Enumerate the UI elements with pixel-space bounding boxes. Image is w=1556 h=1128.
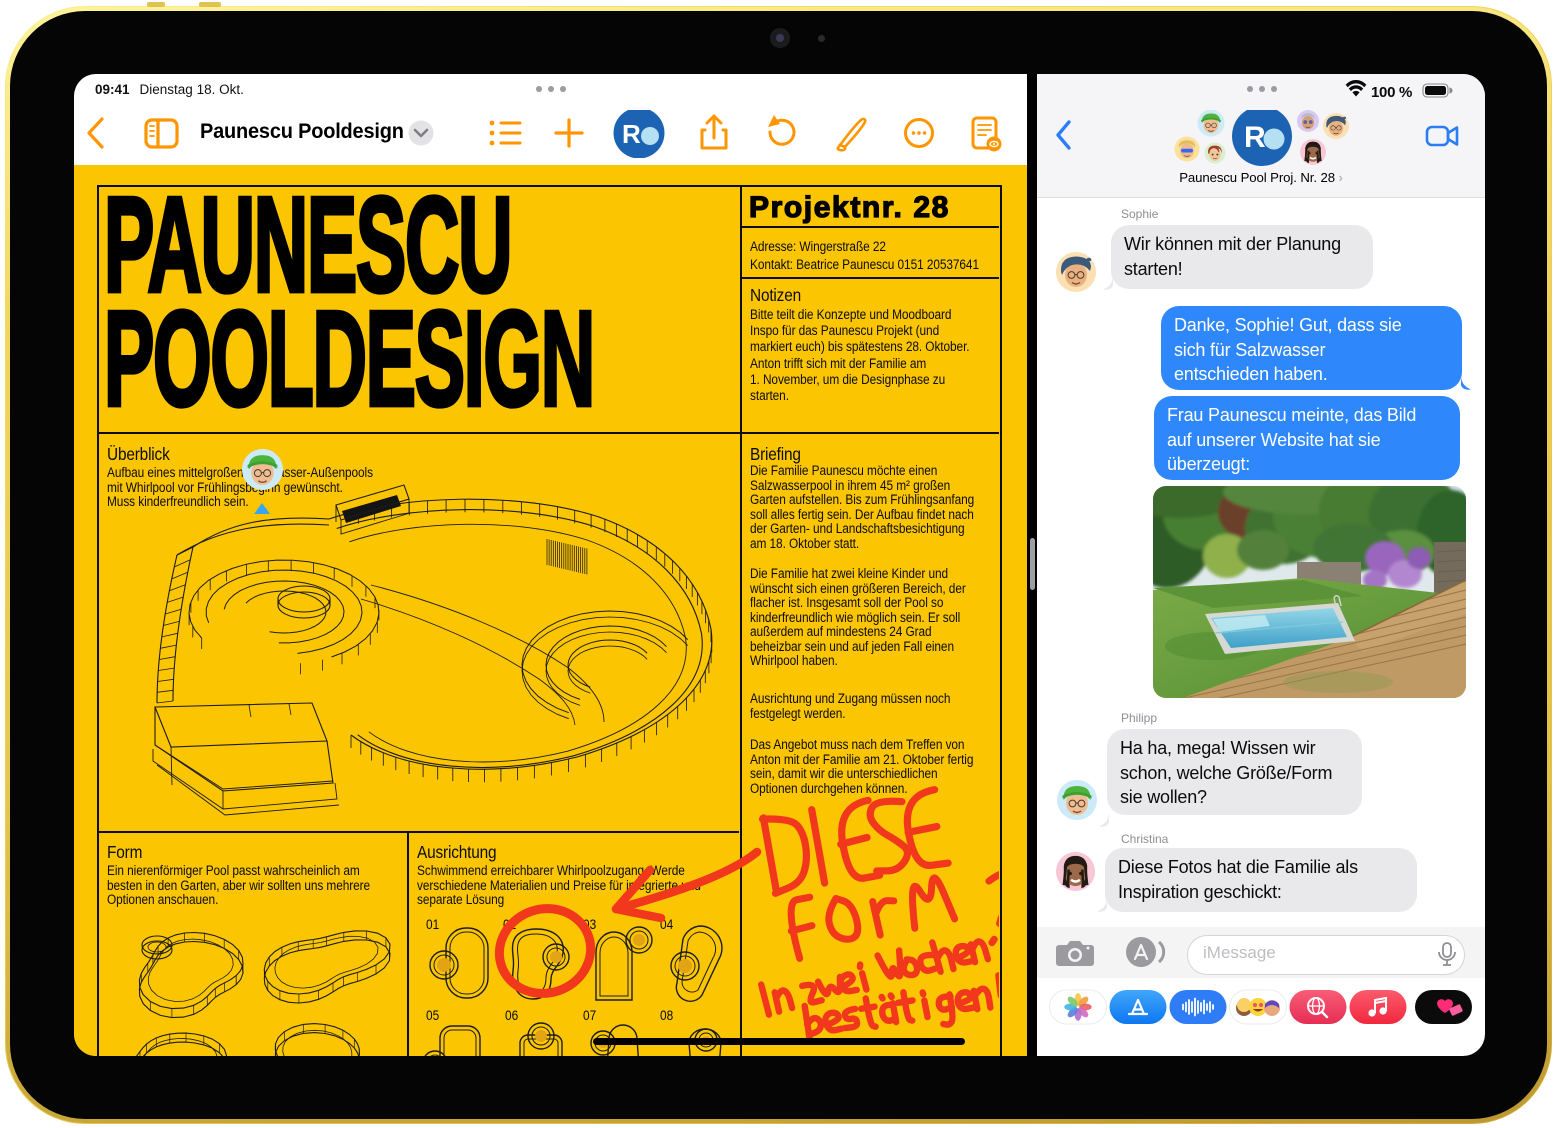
svg-text:100 %: 100 % xyxy=(1371,84,1412,101)
svg-text:R: R xyxy=(1244,121,1266,154)
svg-text:R: R xyxy=(622,119,641,149)
